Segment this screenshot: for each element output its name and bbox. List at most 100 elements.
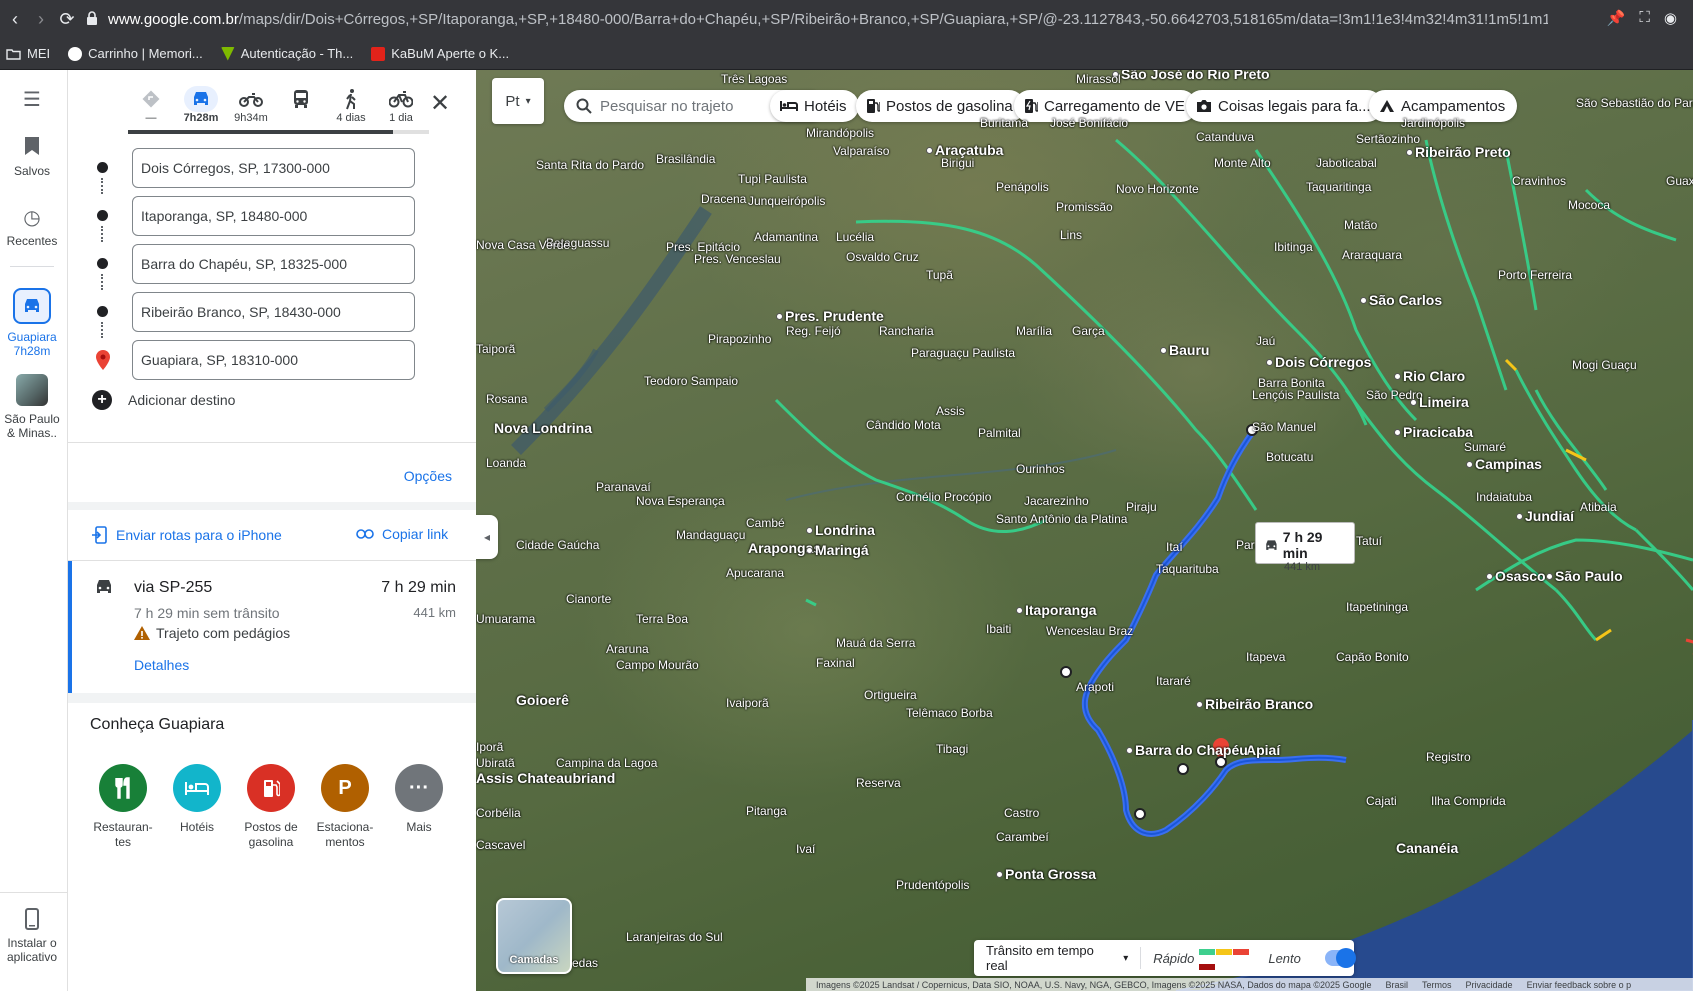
map-place-label[interactable]: Maringá bbox=[806, 542, 869, 558]
map-place-label[interactable]: Capão Bonito bbox=[1336, 650, 1409, 664]
stop-input[interactable] bbox=[132, 244, 415, 284]
send-to-phone-button[interactable]: Enviar rotas para o iPhone bbox=[92, 526, 282, 544]
map-place-label[interactable]: Birigui bbox=[941, 156, 974, 170]
map-place-label[interactable]: Mauá da Serra bbox=[836, 636, 915, 650]
map-place-label[interactable]: Cananéia bbox=[1396, 840, 1458, 856]
menu-button[interactable]: ☰ bbox=[0, 88, 64, 116]
map-place-label[interactable]: Jacarezinho bbox=[1024, 494, 1089, 508]
map-place-label[interactable]: Lins bbox=[1060, 228, 1082, 242]
map-place-label[interactable]: Ivaiporã bbox=[726, 696, 769, 710]
map-place-label[interactable]: Buritama bbox=[980, 116, 1028, 130]
map-place-label[interactable]: Terra Boa bbox=[636, 612, 688, 626]
add-destination-button[interactable]: + Adicionar destino bbox=[92, 390, 235, 410]
map-place-label[interactable]: Cravinhos bbox=[1512, 174, 1566, 188]
map-place-label[interactable]: São Sebastião do Paraíso bbox=[1576, 96, 1693, 110]
mode-bike[interactable]: 1 dia bbox=[376, 86, 426, 132]
map-place-label[interactable]: Ivaí bbox=[796, 842, 815, 856]
rail-active-trip[interactable]: Guapiara 7h28m bbox=[0, 288, 64, 358]
map-place-label[interactable]: Ribeirão Preto bbox=[1406, 144, 1511, 160]
map-place-label[interactable]: Mococa bbox=[1568, 198, 1610, 212]
map-place-label[interactable]: Barra do Chapéu bbox=[1126, 742, 1248, 758]
stop-input[interactable] bbox=[132, 148, 415, 188]
map-place-label[interactable]: Marília bbox=[1016, 324, 1052, 338]
map-place-label[interactable]: Pitanga bbox=[746, 804, 787, 818]
map-place-label[interactable]: Valparaíso bbox=[833, 144, 889, 158]
map-place-label[interactable]: Cidade Gaúcha bbox=[516, 538, 599, 552]
collapse-panel-button[interactable]: ◂ bbox=[476, 515, 498, 559]
map-place-label[interactable]: Araraquara bbox=[1342, 248, 1402, 262]
map-place-label[interactable]: Itaporanga bbox=[1016, 602, 1097, 618]
chevron-down-icon[interactable]: ▾ bbox=[1123, 953, 1128, 964]
map-place-label[interactable]: Reg. Feijó bbox=[786, 324, 841, 338]
map-place-label[interactable]: Santa Rita do Pardo bbox=[536, 158, 644, 172]
route-summary-callout[interactable]: 7 h 29 min 441 km bbox=[1255, 522, 1355, 573]
chip-things-to-do[interactable]: Coisas legais para fa... bbox=[1186, 90, 1383, 122]
map-place-label[interactable]: Nova Esperança bbox=[636, 494, 725, 508]
category-restaurants[interactable]: Restauran- tes bbox=[86, 764, 160, 850]
map-place-label[interactable]: São Carlos bbox=[1360, 292, 1442, 308]
map-place-label[interactable]: Botucatu bbox=[1266, 450, 1313, 464]
map-place-label[interactable]: Piraju bbox=[1126, 500, 1157, 514]
map-place-label[interactable]: Rancharia bbox=[879, 324, 934, 338]
map-place-label[interactable]: Tupã bbox=[926, 268, 953, 282]
map-place-label[interactable]: Itaí bbox=[1166, 540, 1183, 554]
map-place-label[interactable]: Três Lagoas bbox=[721, 72, 787, 86]
map-place-label[interactable]: Nova Londrina bbox=[494, 420, 592, 436]
map-place-label[interactable]: Cambé bbox=[746, 516, 785, 530]
mode-transit[interactable] bbox=[276, 86, 326, 132]
map-place-label[interactable]: Osasco bbox=[1486, 568, 1546, 584]
map-place-label[interactable]: Limeira bbox=[1410, 394, 1469, 410]
map-place-label[interactable]: Lençóis Paulista bbox=[1252, 388, 1339, 402]
traffic-toggle[interactable] bbox=[1324, 948, 1357, 968]
map-place-label[interactable]: Tupi Paulista bbox=[738, 172, 807, 186]
map-place-label[interactable]: Santo Antônio da Platina bbox=[996, 512, 1127, 526]
profile-icon[interactable]: ◉ bbox=[1664, 9, 1677, 27]
map-place-label[interactable]: Teodoro Sampaio bbox=[644, 374, 738, 388]
map-place-label[interactable]: Taquarituba bbox=[1156, 562, 1219, 576]
map-place-label[interactable]: Wenceslau Braz bbox=[1046, 624, 1133, 638]
install-app-button[interactable]: Instalar o aplicativo bbox=[0, 908, 64, 964]
map-place-label[interactable]: Rio Claro bbox=[1394, 368, 1465, 384]
forward-icon[interactable]: › bbox=[28, 6, 54, 32]
map-place-label[interactable]: Mogi Guaçu bbox=[1572, 358, 1637, 372]
map-place-label[interactable]: Garça bbox=[1072, 324, 1105, 338]
mode-best[interactable]: — bbox=[126, 86, 176, 132]
map-place-label[interactable]: Tibagi bbox=[936, 742, 968, 756]
map-place-label[interactable]: Brasilândia bbox=[656, 152, 715, 166]
map-place-label[interactable]: Mirandópolis bbox=[806, 126, 874, 140]
category-parking[interactable]: P Estaciona- mentos bbox=[308, 764, 382, 850]
map-place-label[interactable]: Tatuí bbox=[1356, 534, 1382, 548]
map-place-label[interactable]: Campinas bbox=[1466, 456, 1542, 472]
address-bar[interactable]: www.google.com.br/maps/dir/Dois+Córregos… bbox=[86, 6, 1616, 32]
map-place-label[interactable]: Dracena bbox=[701, 192, 746, 206]
map-place-label[interactable]: Dois Córregos bbox=[1266, 354, 1371, 370]
map-place-label[interactable]: Ibaiti bbox=[986, 622, 1011, 636]
map-place-label[interactable]: Assis bbox=[936, 404, 965, 418]
map-place-label[interactable]: Apucarana bbox=[726, 566, 784, 580]
map-place-label[interactable]: Taquaritinga bbox=[1306, 180, 1371, 194]
map-place-label[interactable]: Palmital bbox=[978, 426, 1021, 440]
map-place-label[interactable]: Castro bbox=[1004, 806, 1039, 820]
stop-input[interactable] bbox=[132, 196, 415, 236]
map-place-label[interactable]: Monte Alto bbox=[1214, 156, 1271, 170]
map-place-label[interactable]: Itapeva bbox=[1246, 650, 1285, 664]
map-place-label[interactable]: Cianorte bbox=[566, 592, 611, 606]
category-gas[interactable]: Postos de gasolina bbox=[234, 764, 308, 850]
map-place-label[interactable]: Bauru bbox=[1160, 342, 1209, 358]
reload-icon[interactable]: ⟳ bbox=[54, 6, 80, 32]
map-place-label[interactable]: Ubiratã bbox=[476, 756, 515, 770]
close-directions-button[interactable]: ✕ bbox=[430, 89, 450, 118]
site-info-icon[interactable] bbox=[86, 10, 98, 28]
map-place-label[interactable]: Paraguaçu Paulista bbox=[911, 346, 1015, 360]
mode-walk[interactable]: 4 dias bbox=[326, 86, 376, 132]
map-place-label[interactable]: Piracicaba bbox=[1394, 424, 1473, 440]
map-place-label[interactable]: Telêmaco Borba bbox=[906, 706, 993, 720]
map-place-label[interactable]: Rosana bbox=[486, 392, 527, 406]
map-place-label[interactable]: Araruna bbox=[606, 642, 649, 656]
map-place-label[interactable]: Sumaré bbox=[1464, 440, 1506, 454]
mode-car[interactable]: 7h28m bbox=[176, 86, 226, 132]
language-button[interactable]: Pt ▾ bbox=[492, 78, 544, 124]
route-details-link[interactable]: Detalhes bbox=[134, 657, 189, 673]
options-button[interactable]: Opções bbox=[404, 468, 452, 484]
map-place-label[interactable]: Faxinal bbox=[816, 656, 855, 670]
